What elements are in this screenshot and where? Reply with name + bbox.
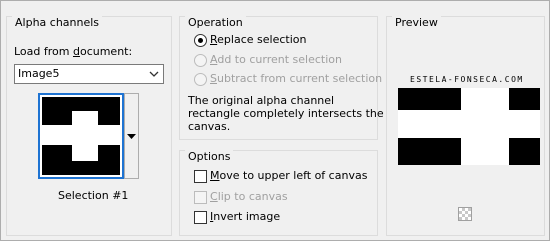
transparency-toggle-icon[interactable] <box>458 207 472 221</box>
add-to-selection-label: Add to current selection <box>210 53 342 66</box>
selection-caption: Selection #1 <box>58 189 129 202</box>
preview-title: Preview <box>392 16 441 29</box>
document-select[interactable]: Image5 <box>14 64 164 84</box>
preview-image <box>398 88 540 165</box>
subtract-from-selection-label: Subtract from current selection <box>210 72 383 85</box>
move-to-upper-left-checkbox[interactable] <box>194 170 207 183</box>
watermark-text: ESTELA-FONSECA.COM <box>410 75 524 84</box>
selection-dropdown-button[interactable] <box>124 93 139 179</box>
load-from-alpha-channel-dialog: Alpha channels Load from document: Image… <box>0 0 550 241</box>
move-to-upper-left-label: Move to upper left of canvas <box>210 169 368 182</box>
info-text-line1: The original alpha channel <box>188 94 335 107</box>
caret-down-icon <box>127 134 136 139</box>
info-text-line3: canvas. <box>188 120 231 133</box>
operation-title: Operation <box>185 16 246 29</box>
alpha-channels-title: Alpha channels <box>12 16 103 29</box>
mask-shape <box>42 97 120 175</box>
preview-mask-shape <box>398 88 540 165</box>
clip-to-canvas-label: Clip to canvas <box>210 190 288 203</box>
document-select-value: Image5 <box>18 67 60 80</box>
selection-thumbnail-image <box>42 97 120 175</box>
invert-image-checkbox[interactable] <box>194 211 207 224</box>
load-from-document-label: Load from document: <box>14 45 133 58</box>
clip-to-canvas-checkbox[interactable] <box>194 191 207 204</box>
options-title: Options <box>185 150 234 163</box>
chevron-down-icon <box>149 71 159 77</box>
add-to-selection-radio[interactable] <box>194 54 207 67</box>
selection-thumbnail[interactable] <box>38 93 124 179</box>
info-text-line2: rectangle completely intersects the <box>188 107 384 120</box>
subtract-from-selection-radio[interactable] <box>194 73 207 86</box>
invert-image-label: Invert image <box>210 210 281 223</box>
replace-selection-radio[interactable] <box>194 34 207 47</box>
replace-selection-label: Replace selection <box>210 33 307 46</box>
